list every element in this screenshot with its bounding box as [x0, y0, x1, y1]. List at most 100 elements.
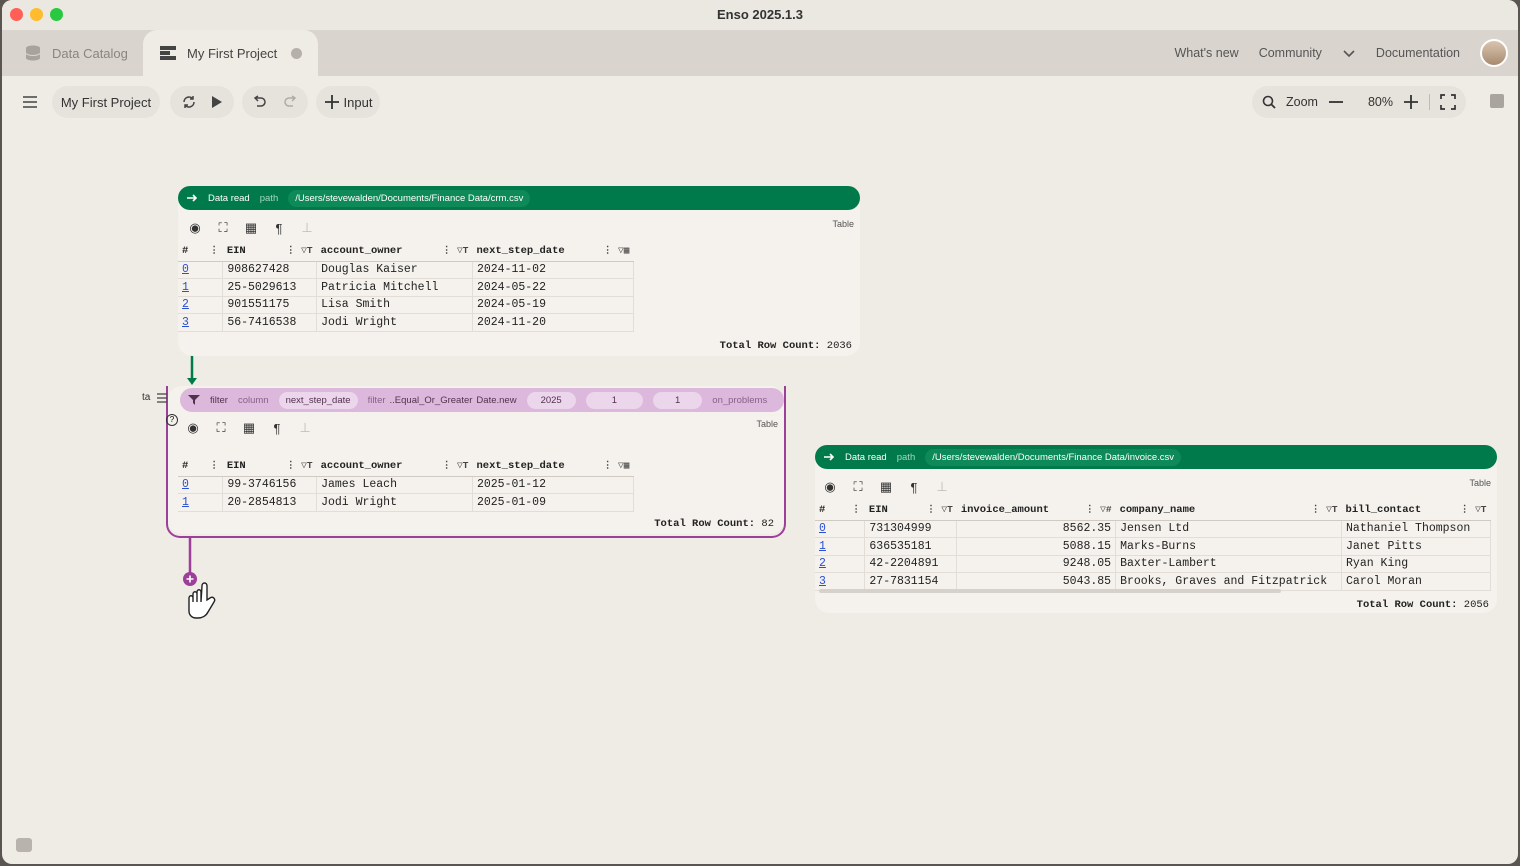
cell[interactable]: 56-7416538: [222, 313, 318, 332]
add-column-icon[interactable]: ⊥: [296, 419, 314, 437]
cell[interactable]: 5043.85: [956, 572, 1117, 591]
row-index-link[interactable]: 3: [182, 316, 189, 329]
node-data-read-crm[interactable]: Data read path /Users/stevewalden/Docume…: [178, 186, 860, 356]
cell[interactable]: Janet Pitts: [1341, 537, 1491, 556]
help-icon[interactable]: ?: [166, 414, 178, 426]
cell[interactable]: Patricia Mitchell: [316, 278, 473, 297]
bottom-panel-toggle-icon[interactable]: [16, 838, 32, 852]
edge-node1-to-filter[interactable]: [182, 352, 202, 388]
cell[interactable]: 2024-05-19: [472, 296, 635, 314]
cell[interactable]: 8562.35: [956, 520, 1117, 538]
col-header-ein[interactable]: EIN ⋮ ▽T: [864, 500, 957, 521]
node1-path-input[interactable]: /Users/stevewalden/Documents/Finance Dat…: [288, 189, 531, 207]
cell[interactable]: 27-7831154: [864, 572, 958, 591]
node1-header[interactable]: Data read path /Users/stevewalden/Docume…: [178, 186, 860, 210]
row-index-link[interactable]: 2: [819, 557, 826, 570]
col-header-bill-contact[interactable]: bill_contact ⋮ ▽T: [1341, 500, 1491, 521]
cell[interactable]: 25-5029613: [222, 278, 318, 297]
node3-path-input[interactable]: /Users/stevewalden/Documents/Finance Dat…: [925, 448, 1182, 466]
col-header-ein[interactable]: EIN ⋮ ▽T: [222, 456, 317, 477]
node3-header[interactable]: Data read path /Users/stevewalden/Docume…: [815, 445, 1497, 469]
community-link[interactable]: Community: [1259, 46, 1322, 60]
cell[interactable]: Baxter-Lambert: [1115, 555, 1343, 573]
cell[interactable]: Jensen Ltd: [1115, 520, 1343, 538]
tab-my-first-project[interactable]: My First Project: [143, 30, 318, 76]
chevron-down-icon[interactable]: [1342, 48, 1356, 58]
add-input-button[interactable]: Input: [316, 86, 380, 118]
refresh-icon[interactable]: [181, 94, 197, 110]
paragraph-icon[interactable]: ¶: [268, 419, 286, 437]
node3-viz-type[interactable]: Table: [1469, 478, 1491, 488]
node2-column-value[interactable]: next_step_date: [278, 391, 358, 409]
node2-header[interactable]: filter column next_step_date filter ..Eq…: [180, 388, 784, 412]
cell[interactable]: 9248.05: [956, 555, 1117, 573]
cell[interactable]: Lisa Smith: [316, 296, 473, 314]
cell[interactable]: 99-3746156: [222, 476, 318, 494]
cell[interactable]: Jodi Wright: [316, 493, 473, 512]
undo-icon[interactable]: [251, 95, 267, 109]
node2-filter-value[interactable]: ..Equal_Or_Greater: [390, 395, 473, 406]
horizontal-scrollbar[interactable]: [819, 589, 1281, 593]
play-icon[interactable]: [211, 95, 223, 109]
cell[interactable]: Brooks, Graves and Fitzpatrick: [1115, 572, 1343, 591]
visibility-eye-icon[interactable]: ◉: [186, 219, 204, 237]
col-header-next-step-date[interactable]: next_step_date ⋮ ▽▦: [472, 241, 634, 262]
table-view-icon[interactable]: ▦: [240, 419, 258, 437]
node2-problems-label[interactable]: on_problems: [712, 395, 767, 406]
col-header-index[interactable]: # ⋮: [178, 241, 223, 262]
cell[interactable]: Nathaniel Thompson: [1341, 520, 1491, 538]
cell[interactable]: 2025-01-09: [472, 493, 635, 512]
col-header-company-name[interactable]: company_name ⋮ ▽T: [1115, 500, 1342, 521]
visibility-eye-icon[interactable]: ◉: [821, 478, 839, 496]
node2-viz-type[interactable]: Table: [756, 419, 778, 429]
fullscreen-icon[interactable]: ⛶: [849, 478, 867, 496]
tab-data-catalog[interactable]: Data Catalog: [24, 30, 128, 76]
node2-date-fn[interactable]: Date.new: [476, 395, 516, 406]
fit-to-screen-icon[interactable]: [1440, 94, 1456, 110]
cell[interactable]: 42-2204891: [864, 555, 958, 573]
cell[interactable]: 908627428: [222, 261, 318, 279]
whats-new-link[interactable]: What's new: [1174, 46, 1238, 60]
col-header-invoice-amount[interactable]: invoice_amount ⋮ ▽#: [956, 500, 1116, 521]
cell[interactable]: 2024-05-22: [472, 278, 635, 297]
table-view-icon[interactable]: ▦: [877, 478, 895, 496]
node2-month-input[interactable]: 1: [585, 391, 643, 409]
cell[interactable]: 2025-01-12: [472, 476, 635, 494]
col-header-index[interactable]: # ⋮: [815, 500, 865, 521]
zoom-value[interactable]: 80%: [1368, 95, 1393, 109]
row-index-link[interactable]: 0: [819, 522, 826, 535]
project-name-button[interactable]: My First Project: [52, 86, 160, 118]
node2-year-input[interactable]: 2025: [526, 391, 576, 409]
node2-day-input[interactable]: 1: [653, 391, 703, 409]
paragraph-icon[interactable]: ¶: [270, 219, 288, 237]
add-column-icon[interactable]: ⊥: [933, 478, 951, 496]
side-panel-toggle-icon[interactable]: [1490, 94, 1504, 108]
redo-icon[interactable]: [283, 95, 299, 109]
node-menu-icon[interactable]: [156, 393, 168, 403]
cell[interactable]: 2024-11-02: [472, 261, 635, 279]
cell[interactable]: 636535181: [864, 537, 958, 556]
documentation-link[interactable]: Documentation: [1376, 46, 1460, 60]
zoom-out-icon[interactable]: [1328, 100, 1344, 104]
node1-viz-type[interactable]: Table: [832, 219, 854, 229]
zoom-in-icon[interactable]: [1403, 94, 1419, 110]
menu-icon[interactable]: [20, 86, 40, 118]
cell[interactable]: 20-2854813: [222, 493, 318, 512]
row-index-link[interactable]: 2: [182, 298, 189, 311]
cell[interactable]: Ryan King: [1341, 555, 1491, 573]
visibility-eye-icon[interactable]: ◉: [184, 419, 202, 437]
col-header-account-owner[interactable]: account_owner ⋮ ▽T: [316, 456, 473, 477]
row-index-link[interactable]: 1: [182, 496, 189, 509]
filter-output-port[interactable]: [180, 536, 230, 628]
close-tab-icon[interactable]: [291, 47, 303, 59]
cell[interactable]: Carol Moran: [1341, 572, 1491, 591]
row-index-link[interactable]: 3: [819, 575, 826, 588]
cell[interactable]: 901551175: [222, 296, 318, 314]
table-view-icon[interactable]: ▦: [242, 219, 260, 237]
col-header-next-step-date[interactable]: next_step_date ⋮ ▽▦: [472, 456, 634, 477]
col-header-account-owner[interactable]: account_owner ⋮ ▽T: [316, 241, 473, 262]
node-data-read-invoice[interactable]: Data read path /Users/stevewalden/Docume…: [815, 445, 1497, 613]
fullscreen-icon[interactable]: ⛶: [212, 419, 230, 437]
row-index-link[interactable]: 1: [182, 281, 189, 294]
paragraph-icon[interactable]: ¶: [905, 478, 923, 496]
